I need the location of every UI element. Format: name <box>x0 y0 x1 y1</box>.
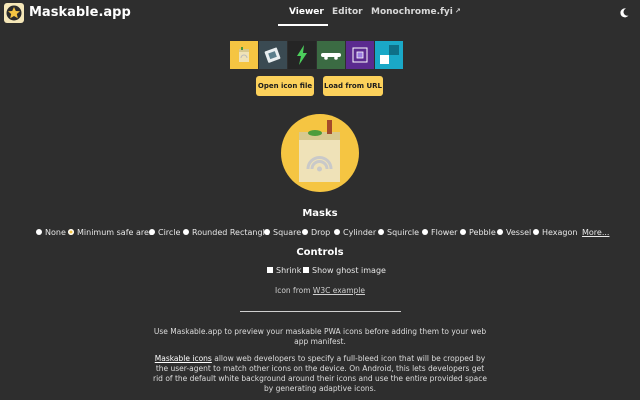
radio-icon <box>264 228 270 235</box>
controls-title: Controls <box>296 247 344 258</box>
mask-squircle[interactable]: Squircle <box>378 228 419 237</box>
pwa-tablet-icon <box>264 47 281 63</box>
w3c-example-link[interactable]: W3C example <box>313 286 365 295</box>
gallery-shopping-bag[interactable] <box>230 41 258 69</box>
pwa-car-icon <box>321 53 341 60</box>
intro-paragraph: Use Maskable.app to preview your maskabl… <box>153 327 487 346</box>
mask-label: Cylinder <box>343 228 377 237</box>
divider <box>240 311 401 312</box>
mask-label: Minimum safe area <box>77 228 154 237</box>
shrink-label: Shrink <box>276 266 302 275</box>
maskable-icons-link[interactable]: Maskable icons <box>155 354 212 363</box>
gallery-square-logo[interactable] <box>375 41 403 69</box>
mask-hexagon[interactable]: Hexagon <box>533 228 577 237</box>
nav-viewer[interactable]: Viewer <box>289 7 324 17</box>
ghost-image-checkbox[interactable]: Show ghost image <box>303 266 386 275</box>
mask-label: Rounded Rectangle <box>192 228 270 237</box>
credit-prefix: Icon from <box>275 286 311 295</box>
radio-icon <box>460 228 466 235</box>
brand-title[interactable]: Maskable.app <box>29 5 131 20</box>
maskable-logo-icon[interactable] <box>4 3 24 23</box>
checkbox-icon <box>267 266 273 273</box>
mask-label: Vessel <box>506 228 532 237</box>
load-from-url-button[interactable]: Load from URL <box>323 76 383 96</box>
mask-drop[interactable]: Drop <box>302 228 330 237</box>
mask-label: Square <box>273 228 302 237</box>
mask-label: Drop <box>311 228 331 237</box>
mask-label: Pebble <box>469 228 496 237</box>
external-link-icon: ↗ <box>454 7 461 15</box>
gallery-pwa-car[interactable] <box>317 41 345 69</box>
icon-credit: Icon from W3C example <box>0 286 640 295</box>
mask-pebble[interactable]: Pebble <box>460 228 496 237</box>
mask-minimum-safe-area[interactable]: Minimum safe area <box>68 228 154 237</box>
mask-label: None <box>45 228 66 237</box>
square-logo-icon <box>380 45 399 64</box>
mask-label: Circle <box>158 228 181 237</box>
open-icon-file-button[interactable]: Open icon file <box>256 76 314 96</box>
lightning-icon <box>297 45 307 65</box>
radio-checked-icon <box>68 228 74 235</box>
mask-none[interactable]: None <box>36 228 66 237</box>
radio-icon <box>302 228 308 235</box>
mask-square[interactable]: Square <box>264 228 301 237</box>
gallery-lightning[interactable] <box>288 41 316 69</box>
maskable-description: Maskable icons allow web developers to s… <box>150 354 490 394</box>
mask-flower[interactable]: Flower <box>422 228 457 237</box>
radio-icon <box>36 228 42 235</box>
radio-icon <box>497 228 503 235</box>
gallery-pwa-tablet[interactable] <box>259 41 287 69</box>
nav-active-indicator <box>278 24 328 26</box>
nav-editor[interactable]: Editor <box>332 7 363 17</box>
radio-icon <box>334 228 340 235</box>
gallery-chip[interactable] <box>346 41 374 69</box>
dark-mode-toggle-icon[interactable] <box>618 7 630 19</box>
mask-cylinder[interactable]: Cylinder <box>334 228 376 237</box>
checkbox-icon <box>303 266 309 273</box>
mask-circle[interactable]: Circle <box>149 228 180 237</box>
mask-options: None Minimum safe area Circle Rounded Re… <box>0 228 640 240</box>
app-header: Maskable.app Viewer Editor Monochrome.fy… <box>0 0 640 28</box>
icon-preview <box>281 114 359 192</box>
radio-icon <box>422 228 428 235</box>
masks-title: Masks <box>302 208 338 219</box>
mask-label: Flower <box>431 228 458 237</box>
shrink-checkbox[interactable]: Shrink <box>267 266 301 275</box>
nav-monochrome[interactable]: Monochrome.fyi ↗ <box>371 7 461 17</box>
radio-icon <box>378 228 384 235</box>
chip-icon <box>352 47 368 63</box>
mask-vessel[interactable]: Vessel <box>497 228 531 237</box>
mask-label: Squircle <box>387 228 420 237</box>
ghost-image-label: Show ghost image <box>312 266 386 275</box>
radio-icon <box>183 228 189 235</box>
mask-rounded-rectangle[interactable]: Rounded Rectangle <box>183 228 270 237</box>
shopping-bag-icon <box>239 47 249 62</box>
more-masks-link[interactable]: More... <box>582 228 609 237</box>
radio-icon <box>149 228 155 235</box>
mask-label: Hexagon <box>542 228 578 237</box>
nav-monochrome-label: Monochrome.fyi <box>371 7 453 17</box>
radio-icon <box>533 228 539 235</box>
